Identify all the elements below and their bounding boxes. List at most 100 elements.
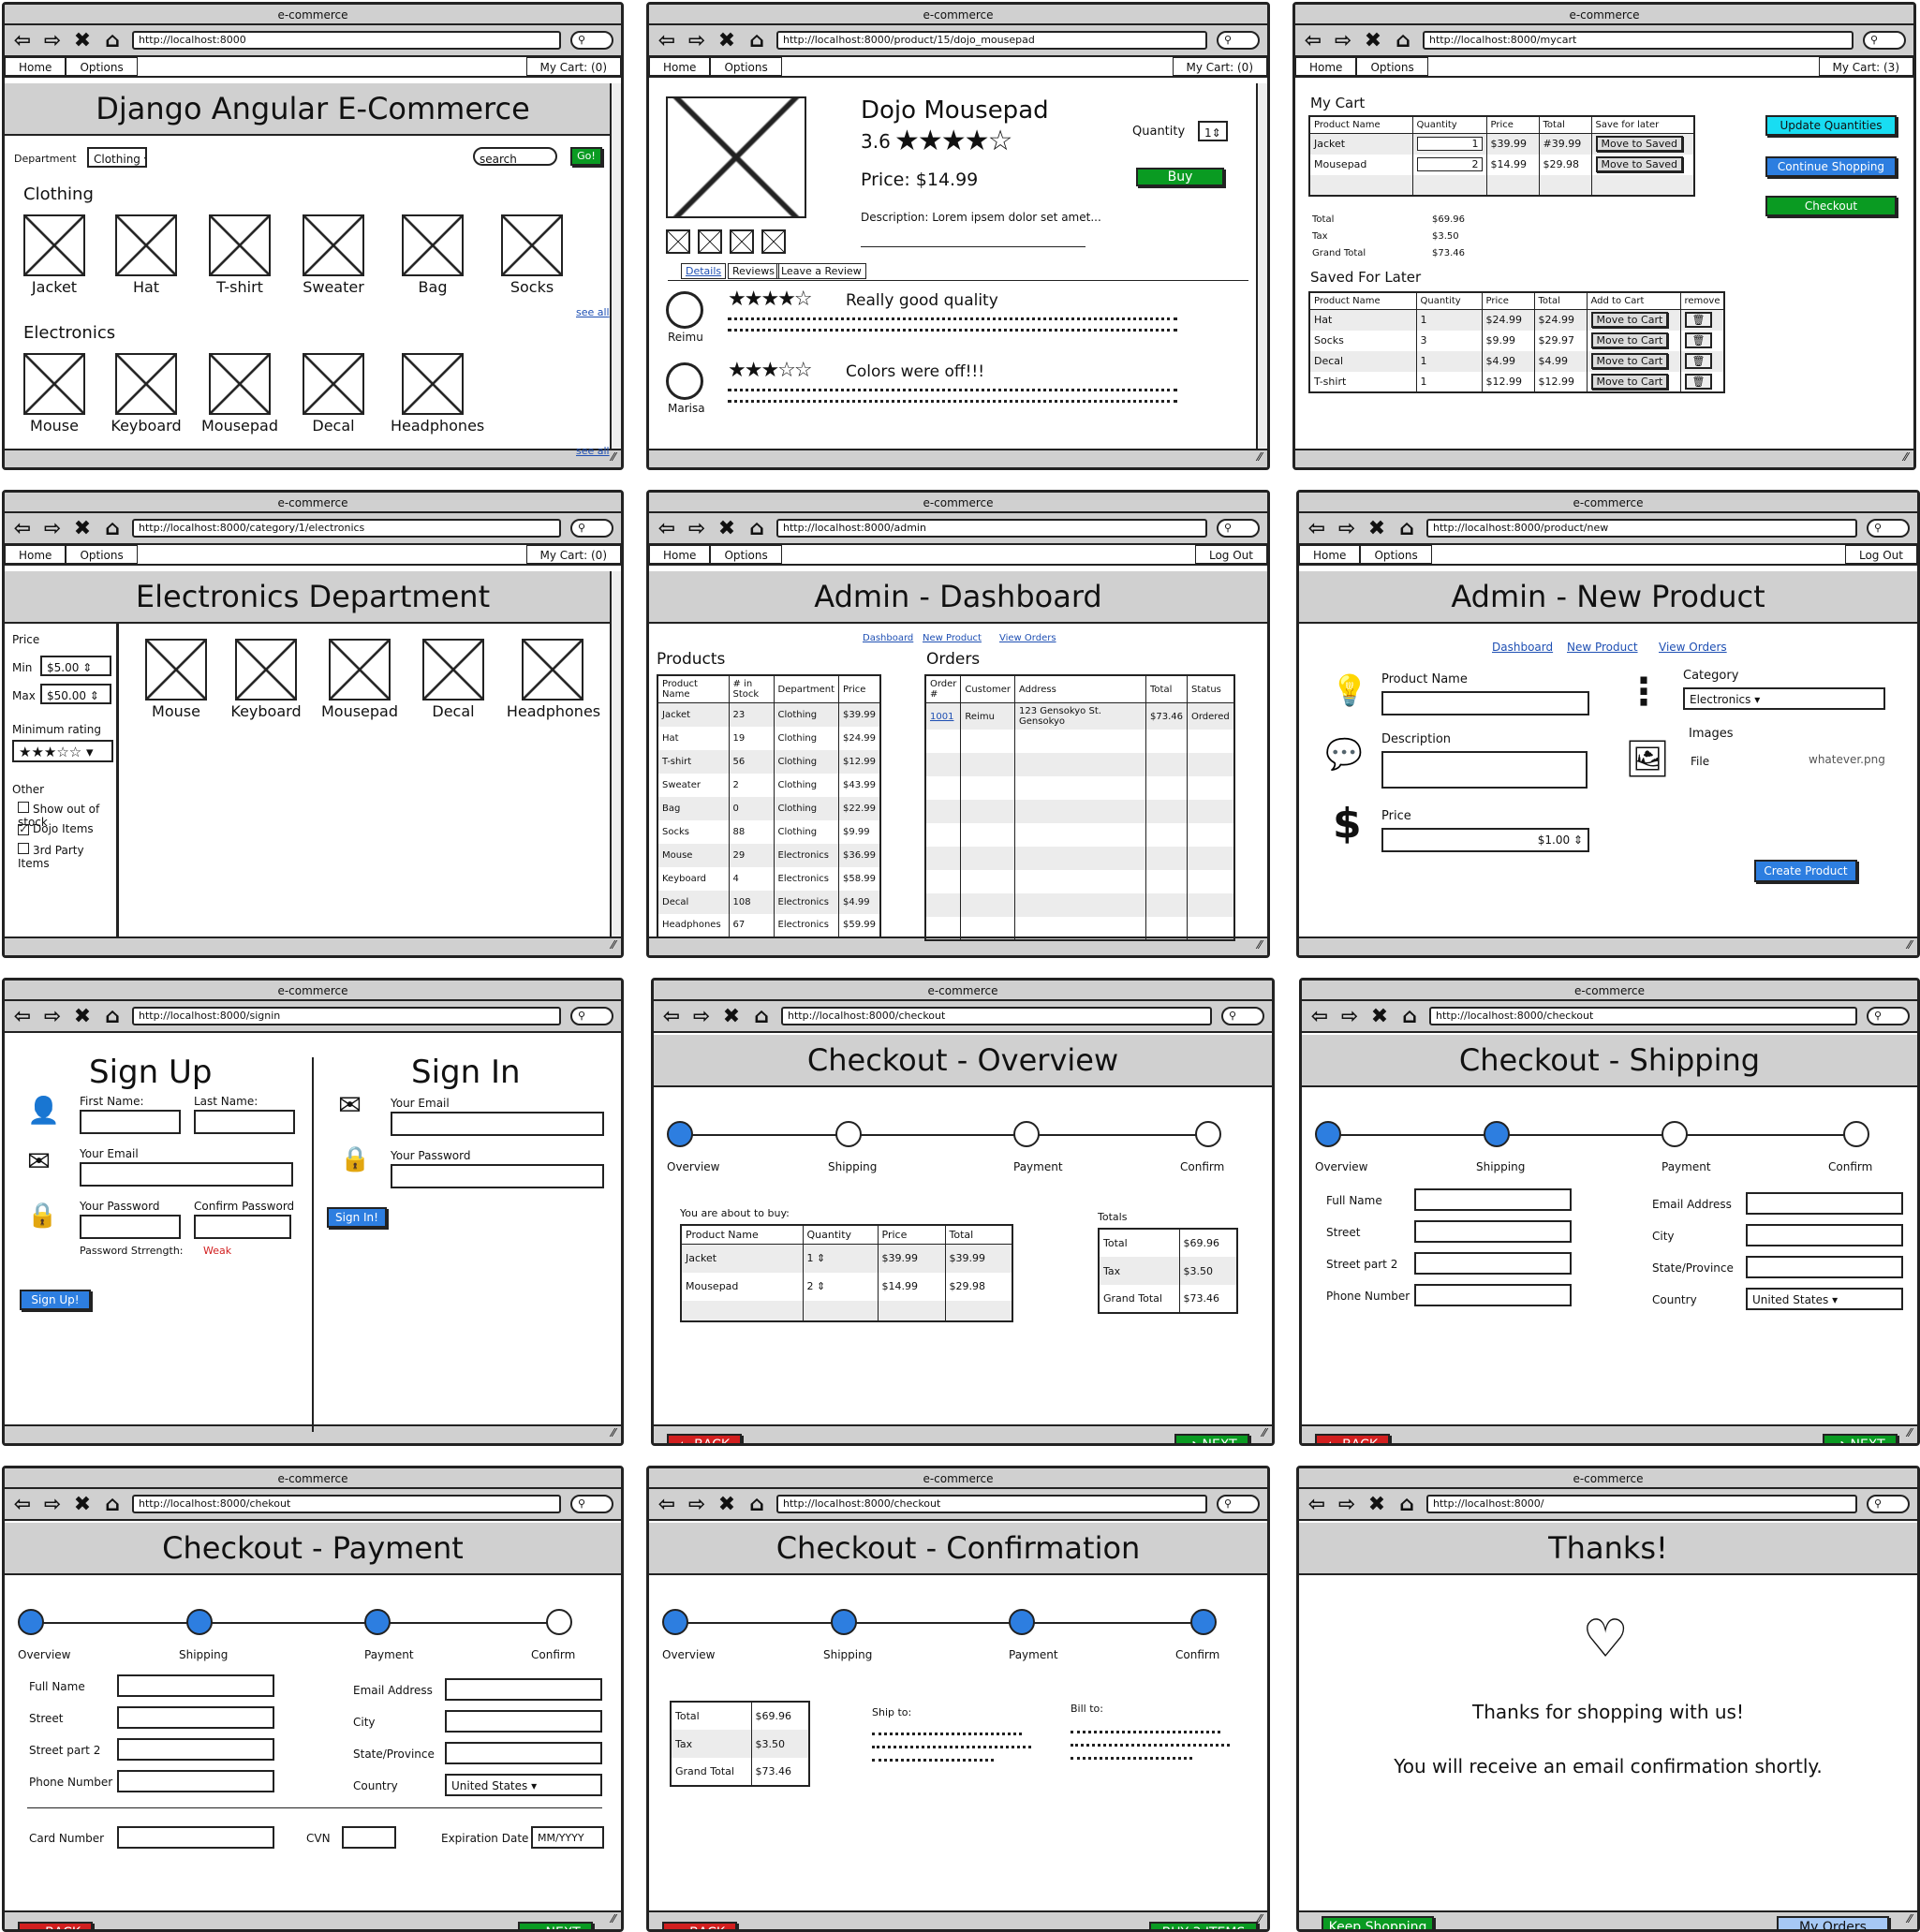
back-icon[interactable]: ⇦ [1303, 29, 1323, 52]
stop-icon[interactable]: ✖ [721, 1005, 742, 1028]
product-name[interactable]: Jacket [12, 278, 96, 296]
my-cart-link[interactable]: My Cart: (0) [1172, 57, 1267, 76]
menu-options[interactable]: Options [66, 57, 138, 76]
tab-leave-a-review[interactable]: Leave a Review [776, 263, 866, 279]
cvn-input[interactable] [342, 1826, 396, 1849]
my-orders-button[interactable]: My Orders [1777, 1916, 1889, 1929]
address-bar[interactable]: http://localhost:8000/ [1426, 1495, 1857, 1513]
back-icon[interactable]: ⇦ [12, 1005, 33, 1028]
home-icon[interactable]: ⌂ [746, 1493, 767, 1516]
continue-shopping-button[interactable]: Continue Shopping [1765, 156, 1897, 177]
min-rating-select[interactable]: ★★★☆☆ ▾ [12, 740, 113, 762]
back-icon[interactable]: ⇦ [657, 1493, 677, 1516]
back-icon[interactable]: ⇦ [661, 1005, 682, 1028]
address-bar[interactable]: http://localhost:8000/mycart [1423, 31, 1854, 50]
my-cart-link[interactable]: My Cart: (3) [1818, 57, 1913, 76]
product-name[interactable]: Socks [490, 278, 574, 296]
address-bar[interactable]: http://localhost:8000/category/1/electro… [132, 519, 561, 538]
go-button[interactable]: Go! [570, 147, 602, 166]
next-button[interactable]: ➜ NEXT [1823, 1434, 1898, 1443]
address-bar[interactable]: http://localhost:8000/signin [132, 1007, 561, 1025]
email-address-input[interactable] [1746, 1192, 1903, 1215]
home-icon[interactable]: ⌂ [102, 1005, 123, 1028]
stop-icon[interactable]: ✖ [72, 1005, 93, 1028]
street-input[interactable] [1414, 1220, 1572, 1243]
home-icon[interactable]: ⌂ [746, 29, 767, 52]
product-name[interactable]: Headphones [391, 417, 484, 435]
menu-options[interactable]: Options [1360, 545, 1432, 564]
product-image-jacket[interactable] [23, 214, 85, 276]
quantity-stepper[interactable]: 1 [1416, 137, 1483, 152]
browser-search[interactable]: ⚲ [1217, 31, 1260, 50]
admin-link-new-product[interactable]: New Product [923, 633, 982, 643]
phone-number-input[interactable] [1414, 1284, 1572, 1306]
home-icon[interactable]: ⌂ [1396, 517, 1417, 540]
checkbox[interactable]: ✓ [18, 824, 29, 835]
move-to-saved-button[interactable]: Move to Saved [1595, 156, 1684, 172]
product-name[interactable]: Mousepad [198, 417, 282, 435]
browser-search[interactable]: ⚲ [1221, 1007, 1264, 1025]
stop-icon[interactable]: ✖ [1366, 1493, 1387, 1516]
back-button[interactable]: ⇦ BACK [1315, 1434, 1390, 1443]
signup-password-input[interactable] [80, 1215, 181, 1239]
back-icon[interactable]: ⇦ [657, 517, 677, 540]
menu-home[interactable]: Home [649, 57, 711, 76]
back-icon[interactable]: ⇦ [12, 517, 33, 540]
city-input[interactable] [445, 1710, 602, 1733]
browser-search[interactable]: ⚲ [1867, 519, 1910, 538]
product-name[interactable]: Hat [104, 278, 188, 296]
home-icon[interactable]: ⌂ [751, 1005, 772, 1028]
trash-icon[interactable]: 🗑 [1684, 353, 1713, 369]
forward-icon[interactable]: ⇨ [42, 1005, 63, 1028]
see-all-link[interactable]: see all [576, 445, 610, 457]
browser-search[interactable]: ⚲ [1867, 1495, 1910, 1513]
filter-checkbox-row[interactable]: ✓ Dojo Items [18, 822, 108, 835]
back-icon[interactable]: ⇦ [657, 29, 677, 52]
full-name-input[interactable] [117, 1674, 274, 1697]
first-name-input[interactable] [80, 1110, 181, 1134]
signin-password-input[interactable] [391, 1164, 604, 1188]
stop-icon[interactable]: ✖ [716, 29, 737, 52]
admin-link-dashboard[interactable]: Dashboard [1492, 641, 1553, 654]
file-chooser[interactable]: File [1691, 755, 1709, 768]
back-icon[interactable]: ⇦ [12, 29, 33, 52]
full-name-input[interactable] [1414, 1188, 1572, 1211]
forward-icon[interactable]: ⇨ [42, 29, 63, 52]
city-input[interactable] [1746, 1224, 1903, 1246]
back-button[interactable]: ⇦ BACK [667, 1434, 742, 1443]
logout-link[interactable]: Log Out [1194, 545, 1267, 564]
product-name[interactable]: Keyboard [104, 417, 188, 435]
expiration-input[interactable]: MM/YYYY [531, 1826, 604, 1849]
menu-options[interactable]: Options [710, 57, 782, 76]
trash-icon[interactable]: 🗑 [1684, 312, 1713, 329]
create-product-button[interactable]: Create Product [1754, 860, 1857, 882]
email-address-input[interactable] [445, 1678, 602, 1701]
signin-button[interactable]: Sign In! [327, 1207, 387, 1228]
category-select[interactable]: Electronics ▾ [1683, 687, 1885, 710]
stop-icon[interactable]: ✖ [1363, 29, 1383, 52]
address-bar[interactable]: http://localhost:8000/chekout [132, 1495, 561, 1513]
browser-search[interactable]: ⚲ [1217, 519, 1260, 538]
move-to-cart-button[interactable]: Move to Cart [1590, 353, 1669, 369]
checkout-button[interactable]: Checkout [1765, 196, 1897, 216]
confirm-password-input[interactable] [194, 1215, 291, 1239]
menu-home[interactable]: Home [1295, 57, 1357, 76]
product-image-hat[interactable] [115, 214, 177, 276]
product-name[interactable]: Mouse [12, 417, 96, 435]
move-to-cart-button[interactable]: Move to Cart [1590, 373, 1669, 390]
tab-reviews[interactable]: Reviews [728, 263, 779, 279]
street-input[interactable] [117, 1706, 274, 1729]
menu-options[interactable]: Options [1356, 57, 1428, 76]
stop-icon[interactable]: ✖ [72, 1493, 93, 1516]
menu-options[interactable]: Options [66, 545, 138, 564]
menu-options[interactable]: Options [710, 545, 782, 564]
department-select[interactable]: Clothing ▾ [87, 147, 147, 168]
admin-link-view-orders[interactable]: View Orders [1659, 641, 1727, 654]
back-icon[interactable]: ⇦ [1309, 1005, 1330, 1028]
quantity-stepper[interactable]: 1⇕ [1198, 121, 1228, 141]
forward-icon[interactable]: ⇨ [42, 1493, 63, 1516]
move-to-cart-button[interactable]: Move to Cart [1590, 332, 1669, 348]
see-all-link[interactable]: see all [576, 306, 610, 318]
update-quantities-button[interactable]: Update Quantities [1765, 115, 1897, 136]
browser-search[interactable]: ⚲ [570, 519, 613, 538]
